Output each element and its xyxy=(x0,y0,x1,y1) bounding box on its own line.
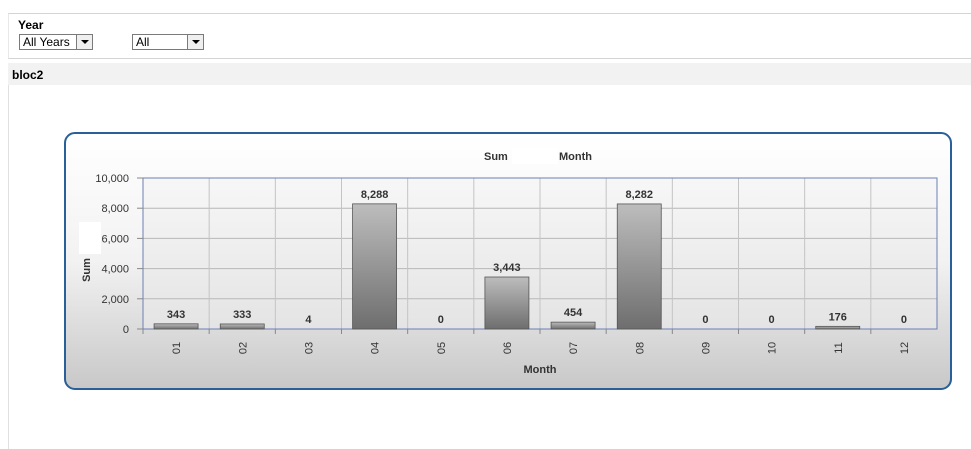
x-tick-label: 07 xyxy=(568,342,580,354)
x-tick-label: 01 xyxy=(171,342,183,354)
bar xyxy=(484,276,530,330)
x-tick-label: 11 xyxy=(833,342,845,353)
redaction xyxy=(512,148,558,164)
data-label: 333 xyxy=(233,309,251,321)
data-label: 0 xyxy=(901,314,907,326)
y-tick-label: 10,000 xyxy=(95,173,129,185)
bar xyxy=(352,203,397,330)
x-tick-label: 03 xyxy=(303,342,315,354)
x-tick-label: 09 xyxy=(700,342,712,354)
y-axis-label: Sum xyxy=(81,258,93,282)
data-label: 454 xyxy=(564,307,583,319)
bar xyxy=(616,203,662,330)
bar xyxy=(815,325,861,330)
chart-title-right: Month xyxy=(559,151,592,163)
y-tick-label: 4,000 xyxy=(101,264,129,276)
data-label: 8,282 xyxy=(625,189,653,201)
bar xyxy=(153,323,199,330)
x-tick-label: 04 xyxy=(370,342,382,354)
x-tick-label: 02 xyxy=(237,342,249,354)
data-label: 343 xyxy=(167,309,185,321)
x-tick-label: 08 xyxy=(634,342,646,354)
y-tick-label: 8,000 xyxy=(101,203,129,215)
x-tick-label: 05 xyxy=(436,342,448,354)
y-tick-label: 0 xyxy=(123,324,129,336)
data-label: 176 xyxy=(829,311,847,323)
data-label: 4 xyxy=(305,314,312,326)
redaction xyxy=(79,222,101,254)
x-tick-label: 06 xyxy=(502,342,514,354)
x-tick-label: 12 xyxy=(899,342,911,354)
bar-chart: Sum Month 343 333 4 8,288 0 3,443 454 8,282 0 0 17… xyxy=(79,148,938,376)
y-tick-label: 2,000 xyxy=(101,294,129,306)
bar xyxy=(219,323,265,330)
bar xyxy=(550,321,596,330)
chart-title-left: Sum xyxy=(484,151,508,163)
data-label: 3,443 xyxy=(493,262,521,274)
data-label: 0 xyxy=(438,314,444,326)
x-tick-label: 10 xyxy=(767,342,779,354)
data-label: 0 xyxy=(769,314,775,326)
y-axis: 0 2,000 4,000 6,000 8,000 10,000 xyxy=(95,173,143,336)
data-label: 8,288 xyxy=(361,189,389,201)
data-label: 0 xyxy=(702,314,708,326)
x-axis: 01 02 03 04 05 06 07 08 09 10 11 12 xyxy=(142,329,911,354)
x-axis-label: Month xyxy=(524,364,557,376)
y-tick-label: 6,000 xyxy=(101,233,129,245)
